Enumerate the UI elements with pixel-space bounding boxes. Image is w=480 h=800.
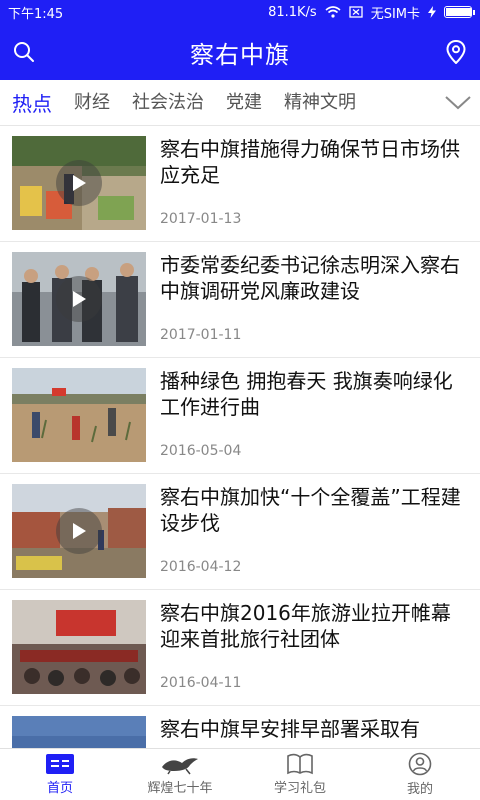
play-button[interactable] [56, 508, 102, 554]
news-text: 市委常委纪委书记徐志明深入察右中旗调研党风廉政建设 2017-01-11 [146, 252, 468, 347]
nav-mine-label: 我的 [406, 782, 433, 797]
play-icon [73, 175, 86, 191]
tab-hot[interactable]: 热点 [12, 88, 52, 117]
news-thumbnail [12, 252, 146, 346]
wifi-icon [325, 6, 341, 18]
no-sim-icon [349, 6, 363, 18]
news-title[interactable]: 察右中旗加快“十个全覆盖”工程建设步伐 [160, 484, 468, 536]
play-icon [73, 523, 86, 539]
page-title: 察右中旗 [190, 40, 290, 69]
news-text: 播种绿色 拥抱春天 我旗奏响绿化工作进行曲 2016-05-04 [146, 368, 468, 463]
conference-photo [12, 600, 146, 694]
tab-party-building[interactable]: 党建 [226, 88, 262, 117]
news-title[interactable]: 察右中旗早安排早部署采取有 [160, 716, 468, 742]
news-text: 察右中旗措施得力确保节日市场供应充足 2017-01-13 [146, 136, 468, 231]
bottom-nav: 首页 辉煌七十年 学习礼包 我的 [0, 748, 480, 800]
nav-study-pack[interactable]: 学习礼包 [240, 749, 360, 800]
location-button[interactable] [440, 36, 472, 68]
news-text: 察右中旗早安排早部署采取有 [146, 716, 468, 748]
news-title[interactable]: 市委常委纪委书记徐志明深入察右中旗调研党风廉政建设 [160, 252, 468, 304]
news-date: 2016-04-12 [160, 559, 242, 575]
sim-status: 无SIM卡 [370, 6, 420, 22]
news-title[interactable]: 察右中旗措施得力确保节日市场供应充足 [160, 136, 468, 188]
news-date: 2016-05-04 [160, 443, 242, 459]
channel-tabs: 热点 财经 社会法治 党建 精神文明 [0, 80, 480, 126]
tree-planting-photo [12, 368, 146, 462]
news-item[interactable]: 察右中旗2016年旅游业拉开帷幕 迎来首批旅行社团体 2016-04-11 [0, 590, 480, 706]
news-text: 察右中旗加快“十个全覆盖”工程建设步伐 2016-04-12 [146, 484, 468, 579]
tab-society-law[interactable]: 社会法治 [132, 88, 204, 117]
book-icon [287, 753, 313, 775]
news-thumbnail [12, 484, 146, 578]
tab-finance[interactable]: 财经 [74, 88, 110, 117]
status-time: 下午1:45 [8, 6, 64, 22]
play-button[interactable] [56, 276, 102, 322]
nav-study-pack-label: 学习礼包 [273, 781, 326, 796]
battery-fill [446, 8, 471, 16]
news-thumbnail [12, 136, 146, 230]
news-item[interactable]: 察右中旗早安排早部署采取有 [0, 706, 480, 748]
news-thumbnail [12, 600, 146, 694]
more-channels-button[interactable] [436, 80, 480, 126]
news-date: 2017-01-11 [160, 327, 242, 343]
nav-home-label: 首页 [46, 781, 73, 796]
news-date: 2016-04-11 [160, 675, 242, 691]
news-thumbnail [12, 368, 146, 462]
nav-home[interactable]: 首页 [0, 749, 120, 800]
news-title[interactable]: 播种绿色 拥抱春天 我旗奏响绿化工作进行曲 [160, 368, 468, 420]
app-header: 察右中旗 [0, 24, 480, 80]
nav-seventy-years-label: 辉煌七十年 [147, 781, 213, 796]
play-button[interactable] [56, 160, 102, 206]
play-icon [73, 291, 86, 307]
status-right: 81.1K/s 无SIM卡 [268, 3, 475, 22]
search-button[interactable] [8, 36, 40, 68]
news-item[interactable]: 察右中旗加快“十个全覆盖”工程建设步伐 2016-04-12 [0, 474, 480, 590]
channel-tab-list: 热点 财经 社会法治 党建 精神文明 [0, 88, 436, 117]
net-speed: 81.1K/s [268, 4, 317, 20]
location-pin-icon [446, 40, 466, 64]
news-date: 2017-01-13 [160, 211, 242, 227]
horse-icon [162, 758, 198, 775]
tab-spiritual-civilization[interactable]: 精神文明 [284, 88, 356, 117]
search-icon [14, 42, 34, 62]
battery-icon [444, 6, 475, 18]
news-icon [46, 754, 74, 774]
news-list: 察右中旗措施得力确保节日市场供应充足 2017-01-13 市委常委纪委书记徐志… [0, 126, 480, 748]
news-thumbnail [12, 716, 146, 748]
news-title[interactable]: 察右中旗2016年旅游业拉开帷幕 迎来首批旅行社团体 [160, 600, 468, 652]
chevron-down-icon [445, 95, 471, 109]
news-item[interactable]: 市委常委纪委书记徐志明深入察右中旗调研党风廉政建设 2017-01-11 [0, 242, 480, 358]
news-item[interactable]: 察右中旗措施得力确保节日市场供应充足 2017-01-13 [0, 126, 480, 242]
nav-seventy-years[interactable]: 辉煌七十年 [120, 749, 240, 800]
charging-icon [428, 6, 436, 18]
news-text: 察右中旗2016年旅游业拉开帷幕 迎来首批旅行社团体 2016-04-11 [146, 600, 468, 695]
status-bar: 下午1:45 81.1K/s 无SIM卡 [0, 0, 480, 24]
nav-mine[interactable]: 我的 [360, 749, 480, 800]
news-item[interactable]: 播种绿色 拥抱春天 我旗奏响绿化工作进行曲 2016-05-04 [0, 358, 480, 474]
sky-photo [12, 716, 146, 748]
user-icon [408, 752, 432, 776]
